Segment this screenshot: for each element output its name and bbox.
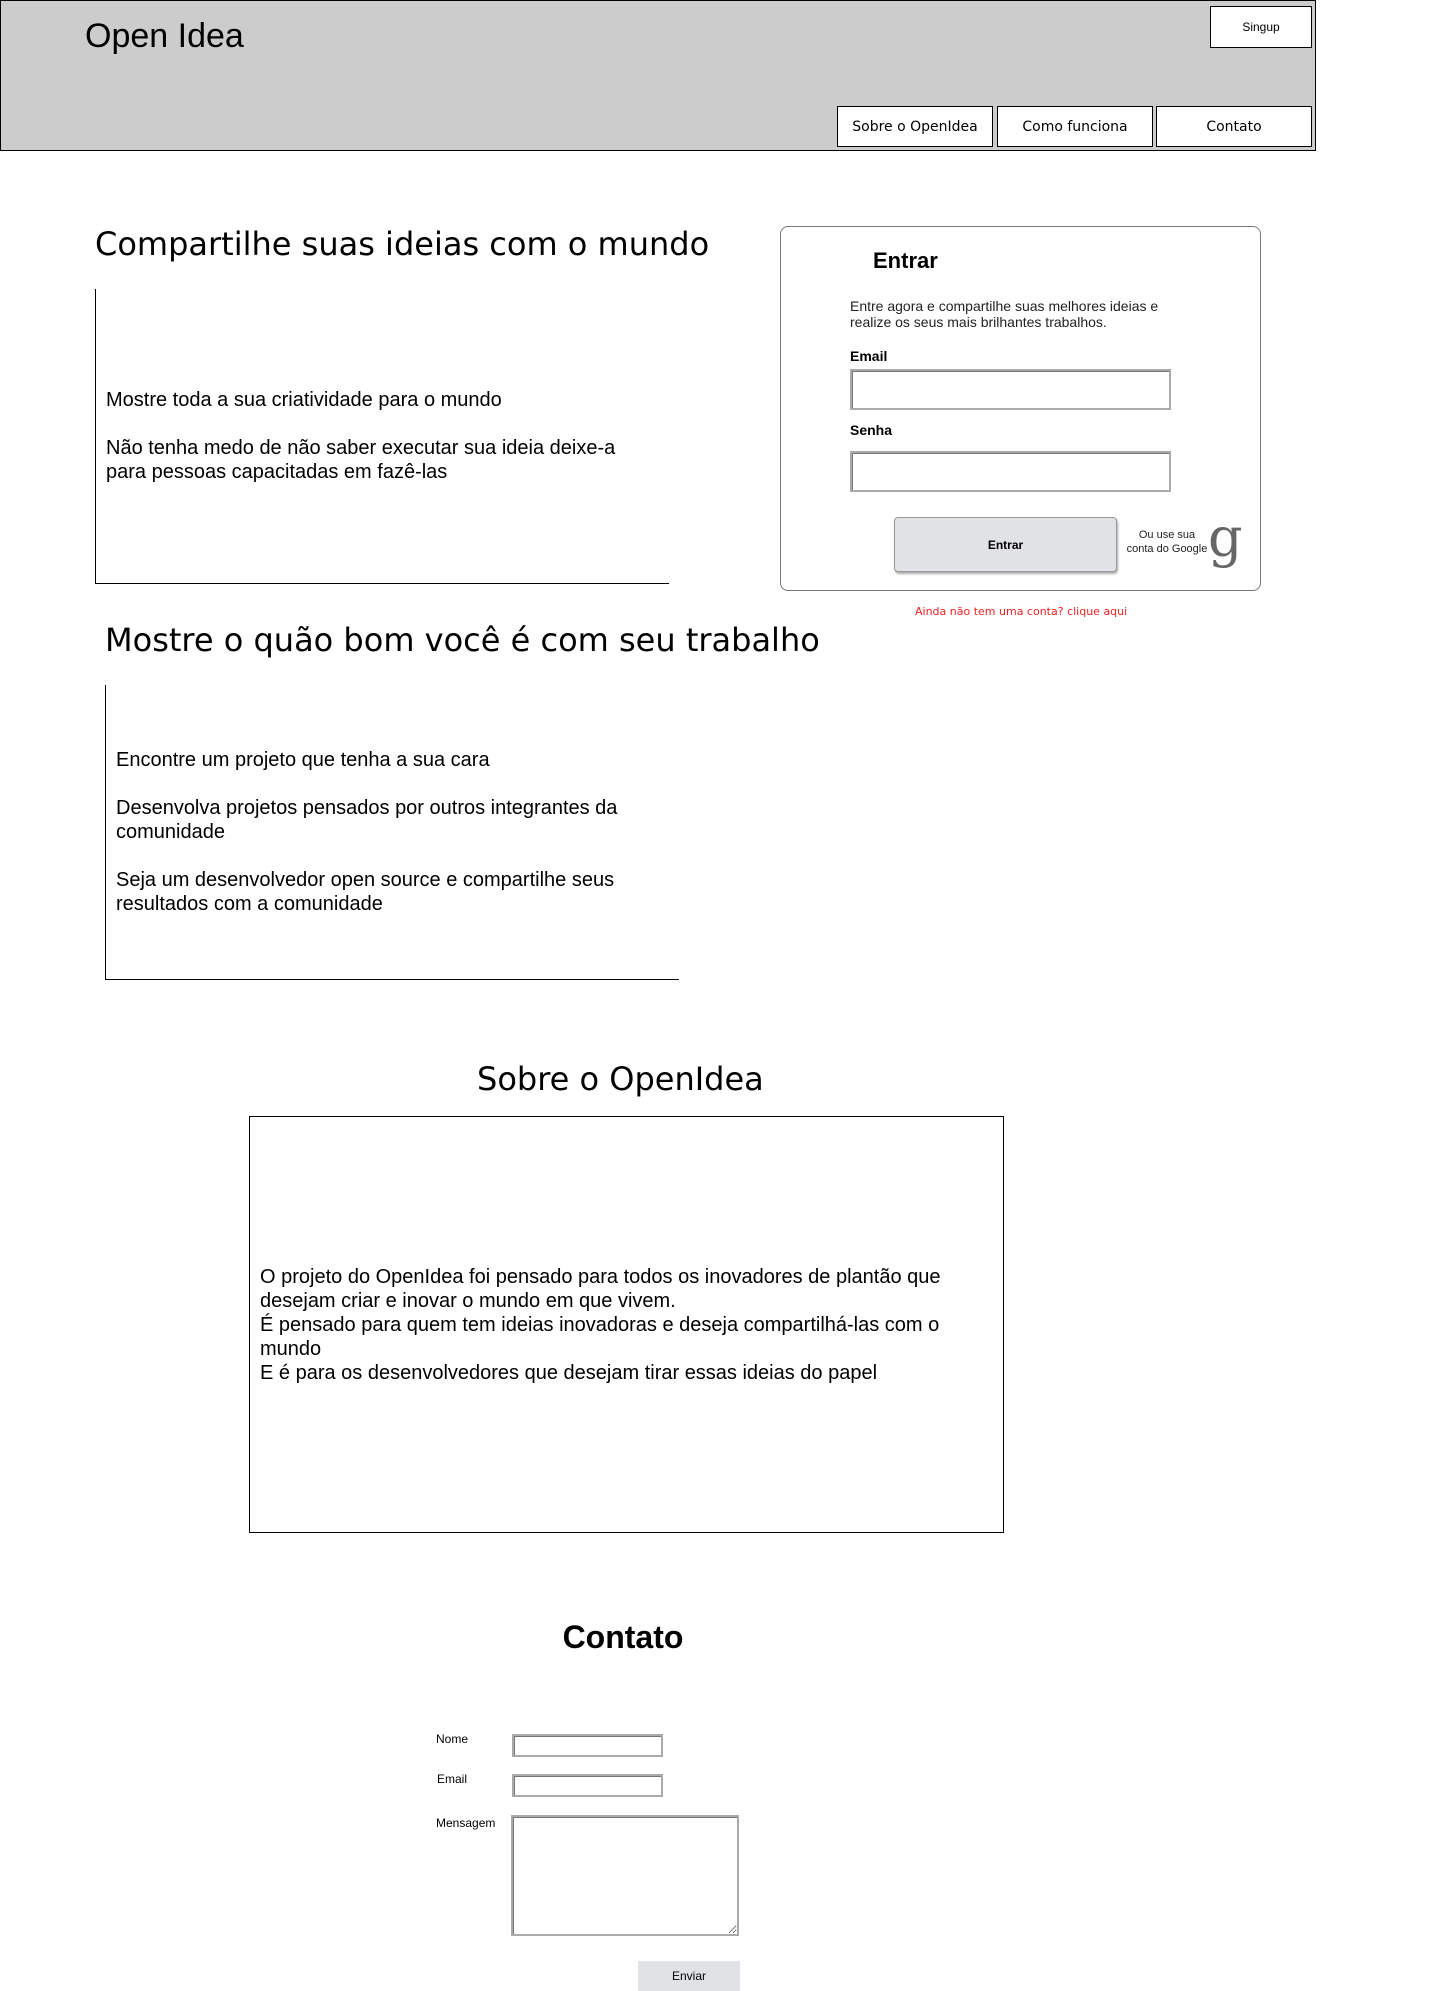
google-login-text: Ou use sua conta do Google bbox=[1126, 529, 1208, 555]
about-line: É pensado para quem tem ideias inovadora… bbox=[260, 1314, 940, 1360]
nav-contato-button[interactable]: Contato bbox=[1156, 106, 1312, 147]
hero2-text: Encontre um projeto que tenha a sua cara… bbox=[116, 748, 656, 940]
contact-mensagem-label: Mensagem bbox=[436, 1816, 496, 1830]
hero2-title: Mostre o quão bom você é com seu trabalh… bbox=[105, 621, 820, 659]
contact-title: Contato bbox=[562, 1619, 684, 1655]
about-line: E é para os desenvolvedores que desejam … bbox=[260, 1362, 878, 1384]
login-description: Entre agora e compartilhe suas melhores … bbox=[850, 298, 1159, 330]
login-title: Entrar bbox=[873, 248, 938, 273]
login-senha-label: Senha bbox=[850, 422, 893, 438]
contact-submit-button[interactable]: Enviar bbox=[638, 1961, 740, 1991]
signup-button[interactable]: Singup bbox=[1210, 6, 1312, 48]
hero2-paragraph: Seja um desenvolvedor open source e comp… bbox=[116, 869, 615, 915]
nav-sobre-button[interactable]: Sobre o OpenIdea bbox=[837, 106, 993, 147]
contact-email-label: Email bbox=[437, 1772, 468, 1786]
about-text: O projeto do OpenIdea foi pensado para t… bbox=[260, 1265, 995, 1385]
contact-nome-label: Nome bbox=[436, 1732, 469, 1746]
hero2-paragraph: Desenvolva projetos pensados por outros … bbox=[116, 797, 618, 843]
about-line: O projeto do OpenIdea foi pensado para t… bbox=[260, 1266, 941, 1312]
hero1-paragraph: Mostre toda a sua criatividade para o mu… bbox=[106, 389, 502, 411]
contact-email-input[interactable] bbox=[512, 1774, 663, 1797]
hero1-title: Compartilhe suas ideias com o mundo bbox=[95, 225, 710, 263]
about-title: Sobre o OpenIdea bbox=[477, 1060, 764, 1098]
contact-mensagem-textarea[interactable] bbox=[511, 1815, 739, 1936]
contact-nome-input[interactable] bbox=[512, 1734, 663, 1757]
login-email-label: Email bbox=[850, 348, 888, 364]
hero2-paragraph: Encontre um projeto que tenha a sua cara bbox=[116, 749, 490, 771]
login-email-input[interactable] bbox=[850, 369, 1171, 410]
login-senha-input[interactable] bbox=[850, 451, 1171, 492]
login-button[interactable]: Entrar bbox=[894, 517, 1117, 572]
hero1-text: Mostre toda a sua criatividade para o mu… bbox=[106, 388, 646, 508]
hero1-paragraph: Não tenha medo de não saber executar sua… bbox=[106, 437, 616, 483]
site-logo[interactable]: Open Idea bbox=[85, 16, 244, 56]
nav-como-funciona-button[interactable]: Como funciona bbox=[997, 106, 1153, 147]
google-icon[interactable]: g bbox=[1208, 508, 1243, 568]
signup-link[interactable]: Ainda não tem uma conta? clique aqui bbox=[915, 605, 1127, 618]
